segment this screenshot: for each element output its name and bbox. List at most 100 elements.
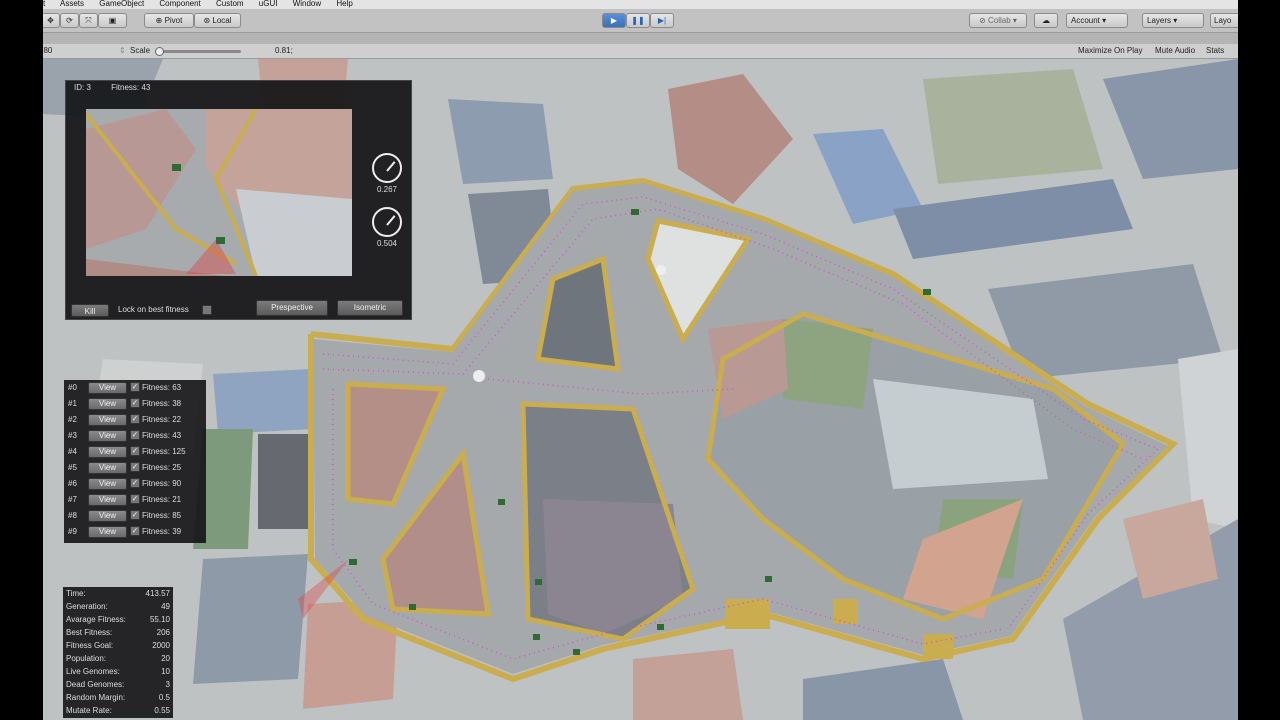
menu-help[interactable]: Help <box>336 0 352 8</box>
genome-row: #3 View ✓ Fitness: 43 <box>64 428 206 444</box>
stat-value: 0.5 <box>158 693 170 702</box>
genome-fitness-label: Fitness: 125 <box>142 447 186 456</box>
view-checkbox[interactable]: ✓ <box>130 510 140 520</box>
view-checkbox[interactable]: ✓ <box>130 414 140 424</box>
view-checkbox[interactable]: ✓ <box>130 446 140 456</box>
unity-editor-window: t Assets GameObject Component Custom uGU… <box>43 0 1238 720</box>
step-icon[interactable]: ▶| <box>650 13 674 28</box>
genome-row: #9 View ✓ Fitness: 39 <box>64 524 206 540</box>
view-checkbox[interactable]: ✓ <box>130 462 140 472</box>
scale-tool-icon[interactable]: ⤧ <box>79 13 98 28</box>
rotate-tool-icon[interactable]: ⟳ <box>60 13 79 28</box>
menu-component[interactable]: Component <box>159 0 200 8</box>
layout-dropdown[interactable]: Layo <box>1210 13 1238 28</box>
marker <box>656 265 666 275</box>
stats-toggle[interactable]: Stats <box>1206 44 1224 58</box>
menu-ugui[interactable]: uGUI <box>259 0 278 8</box>
genome-id: ID: 3 <box>74 83 91 92</box>
stat-value: 49 <box>161 602 170 611</box>
pause-icon[interactable]: ❚❚ <box>626 13 650 28</box>
mute-audio-toggle[interactable]: Mute Audio <box>1155 44 1195 58</box>
view-button[interactable]: View <box>88 398 127 410</box>
lock-checkbox[interactable] <box>202 305 212 315</box>
stat-value: 413.57 <box>145 589 170 598</box>
view-checkbox[interactable]: ✓ <box>130 382 140 392</box>
stat-label: Time: <box>66 589 86 598</box>
lock-label: Lock on best fitness <box>118 305 189 314</box>
move-tool-icon[interactable]: ✥ <box>43 13 60 28</box>
pivot-button[interactable]: ⊕ Pivot <box>144 13 194 28</box>
view-checkbox[interactable]: ✓ <box>130 430 140 440</box>
genome-index: #1 <box>68 399 77 408</box>
view-checkbox[interactable]: ✓ <box>130 526 140 536</box>
genome-row: #8 View ✓ Fitness: 85 <box>64 508 206 524</box>
follow-camera-view <box>86 109 352 276</box>
view-button[interactable]: View <box>88 478 127 490</box>
genome-fitness-label: Fitness: 43 <box>142 431 182 440</box>
crosswalk <box>725 599 770 629</box>
speedometer-icon <box>372 207 402 237</box>
stat-row: Best Fitness: 206 <box>66 628 170 641</box>
building <box>448 99 553 184</box>
scale-slider-track[interactable] <box>155 50 241 53</box>
layers-label: Layers <box>1147 16 1172 25</box>
isometric-button[interactable]: Isometric <box>337 300 403 316</box>
stat-value: 0.55 <box>154 706 170 715</box>
genome-index: #7 <box>68 495 77 504</box>
building <box>213 369 313 434</box>
layout-label: Layo <box>1214 16 1232 25</box>
game-viewport[interactable]: ID: 3 Fitness: 43 0.267 0.504 Kill Lock … <box>43 59 1238 720</box>
kill-button[interactable]: Kill <box>71 304 109 317</box>
local-button[interactable]: ⊛ Local <box>194 13 241 28</box>
view-button[interactable]: View <box>88 414 127 426</box>
view-button[interactable]: View <box>88 430 127 442</box>
maximize-on-play-toggle[interactable]: Maximize On Play <box>1078 44 1142 58</box>
stat-row: Dead Genomes: 3 <box>66 680 170 693</box>
stat-value: 55.10 <box>149 615 170 624</box>
genome-fitness-label: Fitness: 39 <box>142 527 182 536</box>
menu-custom[interactable]: Custom <box>216 0 244 8</box>
stat-value: 20 <box>161 654 170 663</box>
genome-row: #2 View ✓ Fitness: 22 <box>64 412 206 428</box>
rect-tool-icon[interactable]: ▣ <box>98 13 127 28</box>
genome-fitness-label: Fitness: 85 <box>142 511 182 520</box>
genome-row: #6 View ✓ Fitness: 90 <box>64 476 206 492</box>
stat-label: Fitness Goal: <box>66 641 114 650</box>
menu-assets[interactable]: Assets <box>60 0 84 8</box>
view-button[interactable]: View <box>88 462 127 474</box>
play-icon[interactable]: ▶ <box>602 13 626 28</box>
genome-fitness-label: Fitness: 22 <box>142 415 182 424</box>
stat-label: Dead Genomes: <box>66 680 125 689</box>
stat-row: Live Genomes: 10 <box>66 667 170 680</box>
genome-row: #4 View ✓ Fitness: 125 <box>64 444 206 460</box>
menu-window[interactable]: Window <box>293 0 321 8</box>
collab-button[interactable]: ⊘ Collab ▾ <box>969 13 1027 28</box>
stat-row: Fitness Goal: 2000 <box>66 641 170 654</box>
genome-fitness-label: Fitness: 21 <box>142 495 182 504</box>
stats-panel: Time: 413.57 Generation: 49 Avarage Fitness:… <box>63 587 173 718</box>
resolution-dropdown[interactable]: 380 <box>43 44 52 58</box>
view-button[interactable]: View <box>88 526 127 538</box>
view-checkbox[interactable]: ✓ <box>130 398 140 408</box>
genome-index: #0 <box>68 383 77 392</box>
scale-slider-handle[interactable] <box>155 47 164 56</box>
speed-gauge: 0.504 <box>370 207 404 248</box>
account-dropdown[interactable]: Account ▾ <box>1066 13 1128 28</box>
menu-gameobject[interactable]: GameObject <box>99 0 144 8</box>
cloud-icon[interactable]: ☁ <box>1034 13 1058 28</box>
menu-bar: t Assets GameObject Component Custom uGU… <box>43 0 1238 9</box>
view-checkbox[interactable]: ✓ <box>130 494 140 504</box>
menu-item[interactable]: t <box>43 0 45 8</box>
main-toolbar: ✥ ⟳ ⤧ ▣ ⊕ Pivot ⊛ Local ▶ ❚❚ ▶| ⊘ Collab… <box>43 9 1238 33</box>
perspective-button[interactable]: Prespective <box>256 300 328 316</box>
stat-row: Avarage Fitness: 55.10 <box>66 615 170 628</box>
layers-dropdown[interactable]: Layers ▾ <box>1142 13 1204 28</box>
view-button[interactable]: View <box>88 510 127 522</box>
view-button[interactable]: View <box>88 382 127 394</box>
view-checkbox[interactable]: ✓ <box>130 478 140 488</box>
view-button[interactable]: View <box>88 446 127 458</box>
genome-fitness-label: Fitness: 25 <box>142 463 182 472</box>
genome-row: #0 View ✓ Fitness: 63 <box>64 380 206 396</box>
genome-index: #5 <box>68 463 77 472</box>
view-button[interactable]: View <box>88 494 127 506</box>
